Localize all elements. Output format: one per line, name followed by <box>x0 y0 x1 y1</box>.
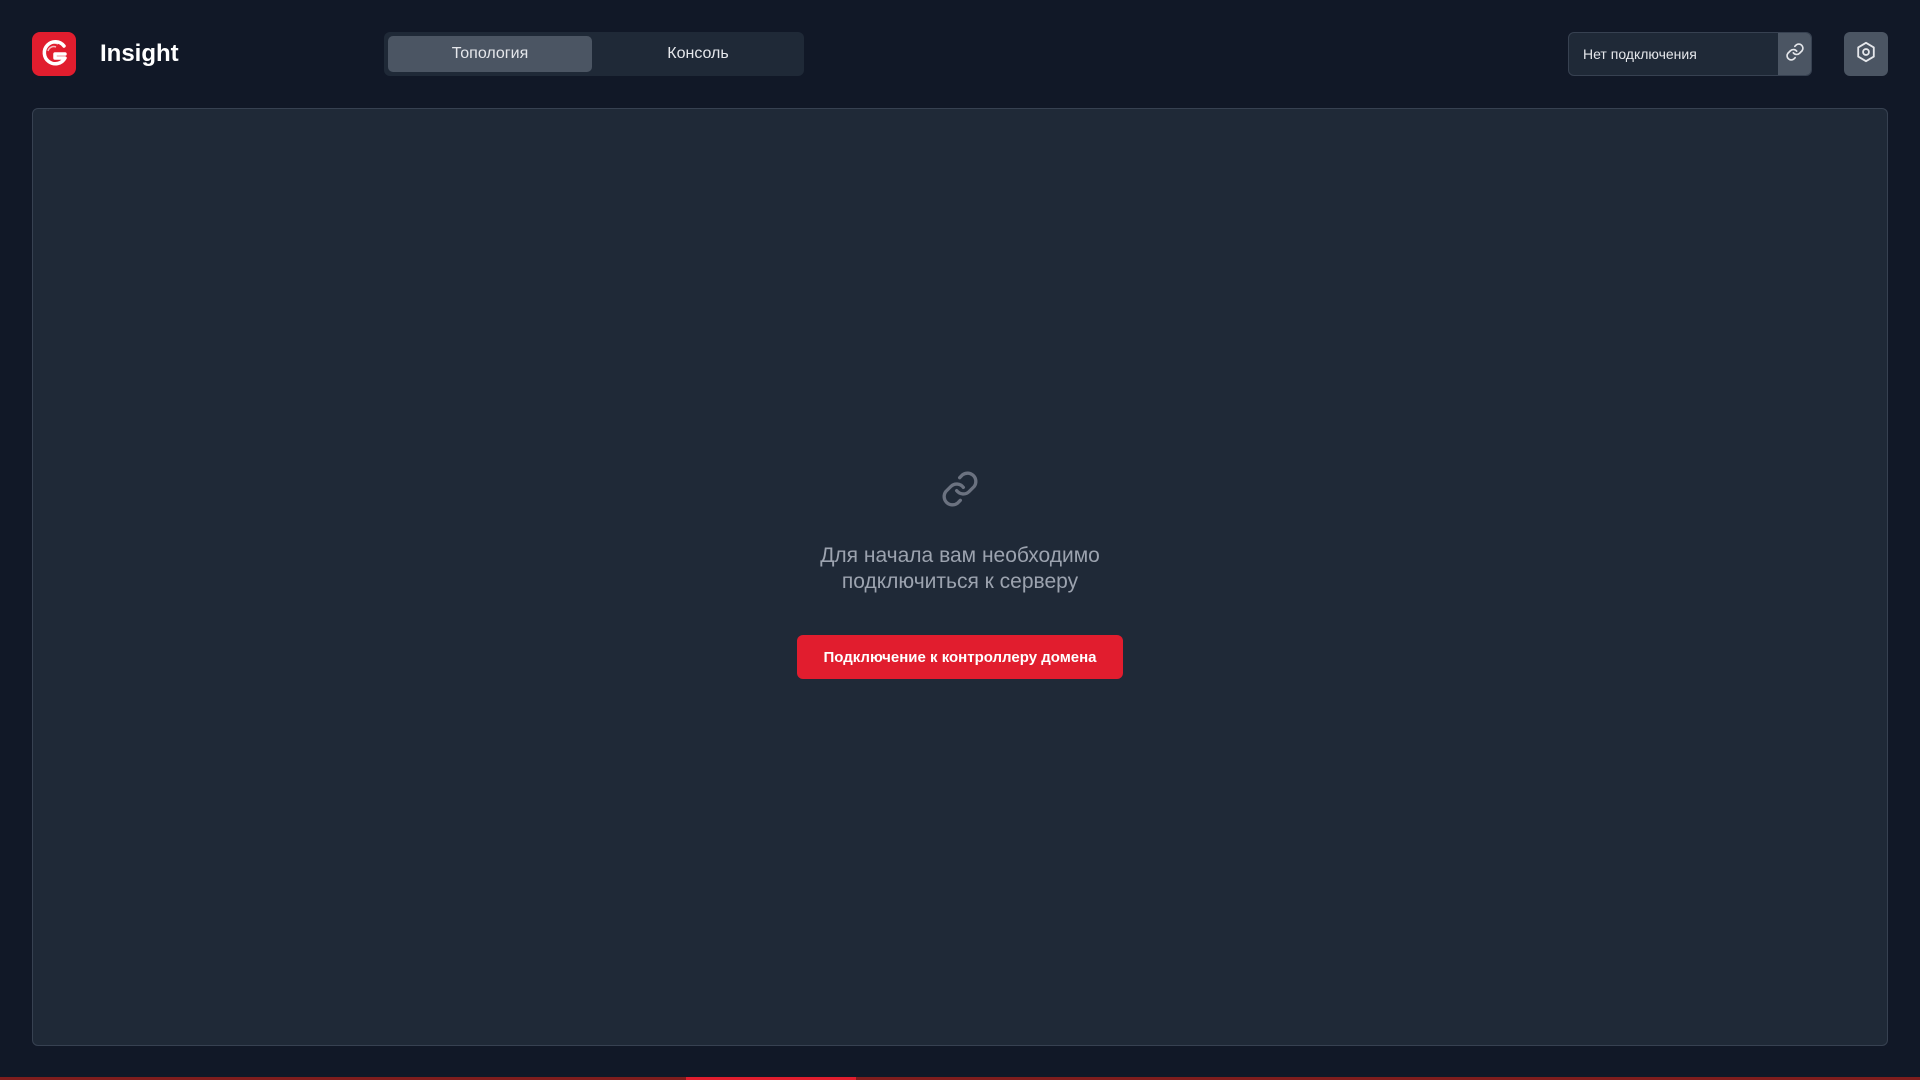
empty-state: Для начала вам необходимо подключиться к… <box>33 469 1887 679</box>
gear-icon <box>1855 41 1877 68</box>
empty-state-line-2: подключиться к серверу <box>841 570 1079 593</box>
tab-topology[interactable]: Топология <box>388 36 592 72</box>
topology-canvas: Для начала вам необходимо подключиться к… <box>32 108 1888 1046</box>
empty-state-message: Для начала вам необходимо подключиться к… <box>750 543 1170 595</box>
empty-state-line-1: Для начала вам необходимо <box>820 544 1100 567</box>
connect-domain-controller-button[interactable]: Подключение к контроллеру домена <box>797 635 1123 679</box>
link-icon <box>1785 42 1805 67</box>
app-logo-icon <box>32 32 76 76</box>
connection-control <box>1568 32 1812 76</box>
app-title: Insight <box>100 40 179 67</box>
connection-status-input[interactable] <box>1569 33 1778 75</box>
link-icon <box>940 469 980 509</box>
settings-button[interactable] <box>1844 32 1888 76</box>
view-tabs: Топология Консоль <box>384 32 804 76</box>
connect-button[interactable] <box>1778 33 1811 75</box>
tab-console[interactable]: Консоль <box>596 36 800 72</box>
app-header: Insight Топология Консоль <box>0 0 1920 108</box>
